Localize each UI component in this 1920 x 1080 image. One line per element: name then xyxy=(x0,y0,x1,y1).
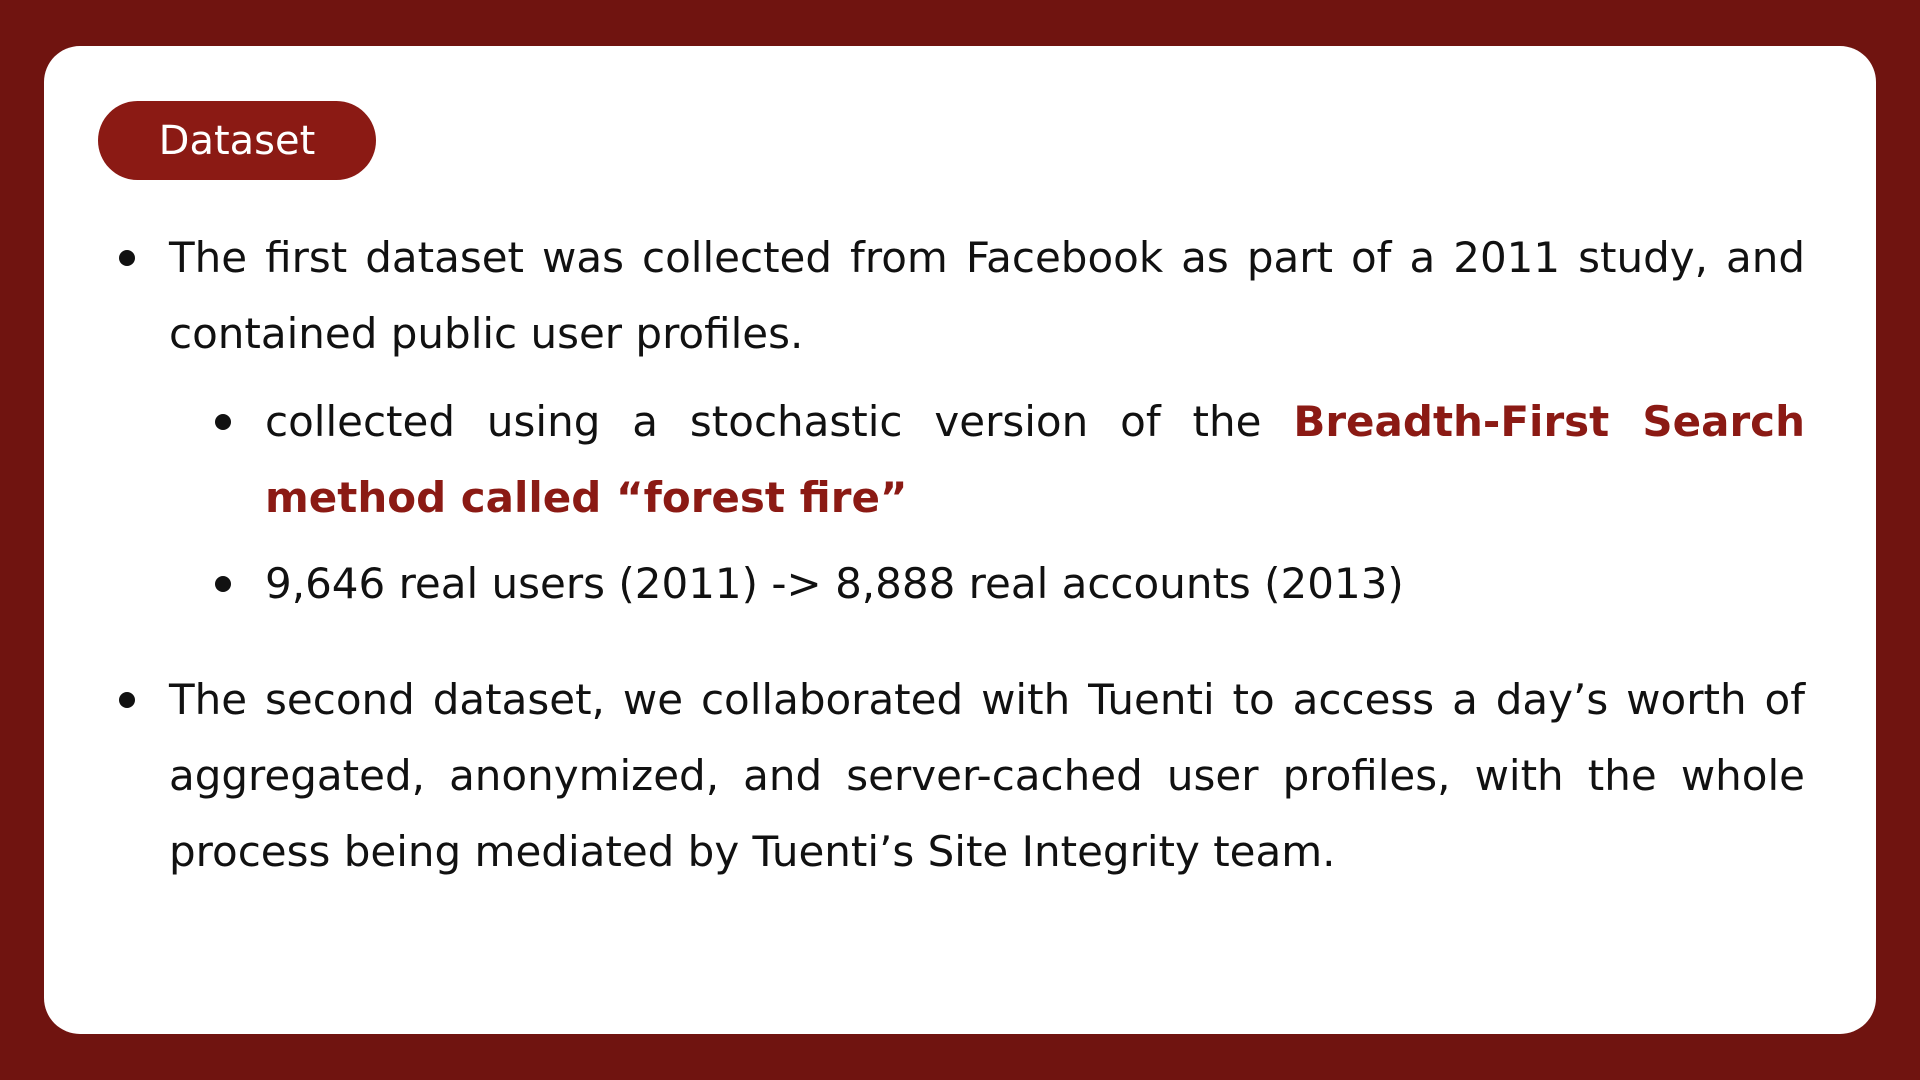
sub-bullet-item-counts: 9,646 real users (2011) -> 8,888 real ac… xyxy=(211,546,1805,622)
slide-content: The first dataset was collected from Fac… xyxy=(115,220,1805,890)
section-label: Dataset xyxy=(158,117,316,164)
sub-bullet-item-bfs: collected using a stochastic version of … xyxy=(211,384,1805,536)
section-label-pill: Dataset xyxy=(98,101,376,180)
sub-bullet-text: collected using a stochastic version of … xyxy=(265,397,1294,446)
bullet-text: The first dataset was collected from Fac… xyxy=(169,233,1805,358)
bullet-dot-icon xyxy=(215,414,231,430)
bullet-item-second-dataset: The second dataset, we collaborated with… xyxy=(115,662,1805,890)
sub-bullet-list: collected using a stochastic version of … xyxy=(115,384,1805,622)
sub-bullet-text: 9,646 real users (2011) -> 8,888 real ac… xyxy=(265,559,1404,608)
bullet-item-first-dataset: The first dataset was collected from Fac… xyxy=(115,220,1805,372)
bullet-dot-icon xyxy=(119,692,135,708)
bullet-dot-icon xyxy=(215,576,231,592)
bullet-text: The second dataset, we collaborated with… xyxy=(169,675,1805,876)
bullet-dot-icon xyxy=(119,250,135,266)
